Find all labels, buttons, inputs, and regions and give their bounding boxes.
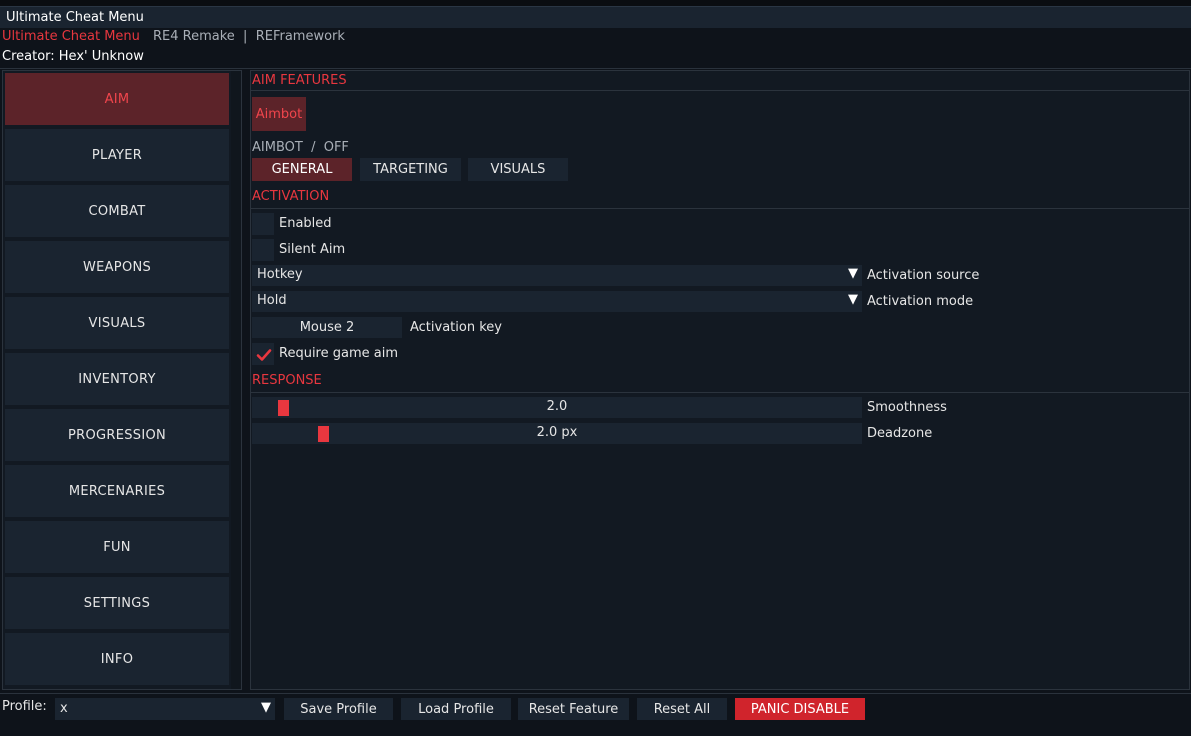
deadzone-slider[interactable]: 2.0 px: [252, 423, 862, 444]
profile-value: x: [60, 701, 68, 716]
sidebar-item-combat[interactable]: COMBAT: [5, 185, 229, 237]
tab-label: VISUALS: [490, 162, 546, 177]
window-title: Ultimate Cheat Menu: [6, 10, 144, 25]
activation-mode-dropdown[interactable]: Hold ▼: [252, 291, 862, 312]
checkmark-icon: [256, 349, 272, 361]
dropdown-arrow-icon: ▼: [848, 266, 858, 281]
smoothness-value: 2.0: [546, 399, 568, 414]
profile-label: Profile:: [2, 699, 47, 714]
sidebar-item-label: FUN: [103, 539, 131, 555]
sidebar-item-label: INFO: [100, 651, 134, 667]
header-subtitle: RE4 Remake | REFramework: [153, 29, 345, 44]
section-divider: [251, 208, 1189, 209]
section-divider: [251, 90, 1189, 91]
button-label: Load Profile: [418, 701, 494, 717]
sidebar-item-settings[interactable]: SETTINGS: [5, 577, 229, 629]
main-panel: AIM FEATURES Aimbot AIMBOT / OFF GENERAL…: [250, 70, 1190, 690]
aimbot-feature-button[interactable]: Aimbot: [252, 97, 306, 131]
section-title-response: RESPONSE: [252, 373, 322, 388]
section-title-activation: ACTIVATION: [252, 189, 330, 204]
section-title-aim-features: AIM FEATURES: [252, 73, 347, 88]
dropdown-arrow-icon: ▼: [848, 292, 858, 307]
sidebar-item-label: SETTINGS: [83, 595, 151, 611]
section-divider: [251, 392, 1189, 393]
sidebar-item-player[interactable]: PLAYER: [5, 129, 229, 181]
sidebar-item-label: VISUALS: [88, 315, 146, 331]
silent-aim-label: Silent Aim: [279, 242, 346, 257]
sidebar-item-label: MERCENARIES: [68, 483, 166, 499]
sidebar-item-info[interactable]: INFO: [5, 633, 229, 685]
tab-label: GENERAL: [271, 162, 333, 177]
deadzone-label: Deadzone: [867, 426, 933, 441]
activation-key-label: Activation key: [410, 320, 502, 335]
creator-credit: Creator: Hex' Unknow: [2, 49, 144, 64]
sidebar-item-label: PROGRESSION: [67, 427, 167, 443]
sidebar: AIM PLAYER COMBAT WEAPONS VISUALS INVENT…: [2, 70, 242, 690]
activation-key-button[interactable]: Mouse 2: [252, 317, 402, 338]
button-label: PANIC DISABLE: [750, 701, 850, 717]
sidebar-scrollbar[interactable]: [231, 71, 241, 689]
profile-dropdown[interactable]: x ▼: [55, 698, 275, 720]
reset-feature-button[interactable]: Reset Feature: [518, 698, 629, 720]
activation-key-value: Mouse 2: [299, 320, 355, 335]
activation-source-dropdown[interactable]: Hotkey ▼: [252, 265, 862, 286]
require-game-aim-checkbox[interactable]: [252, 343, 274, 365]
aimbot-feature-label: Aimbot: [255, 106, 303, 122]
tab-targeting[interactable]: TARGETING: [360, 158, 461, 181]
sidebar-item-inventory[interactable]: INVENTORY: [5, 353, 229, 405]
footer-bar: Profile: x ▼ Save Profile Load Profile R…: [0, 694, 1191, 736]
sidebar-item-visuals[interactable]: VISUALS: [5, 297, 229, 349]
header-divider: [0, 68, 1191, 69]
sidebar-item-label: INVENTORY: [78, 371, 156, 387]
activation-source-label: Activation source: [867, 268, 980, 283]
smoothness-label: Smoothness: [867, 400, 947, 415]
load-profile-button[interactable]: Load Profile: [401, 698, 511, 720]
sidebar-item-label: COMBAT: [88, 203, 146, 219]
button-label: Reset Feature: [528, 701, 619, 717]
tab-general[interactable]: GENERAL: [252, 158, 352, 181]
aimbot-status: AIMBOT / OFF: [252, 140, 349, 155]
tab-visuals[interactable]: VISUALS: [468, 158, 568, 181]
button-label: Reset All: [653, 701, 711, 717]
sidebar-item-weapons[interactable]: WEAPONS: [5, 241, 229, 293]
window-titlebar[interactable]: Ultimate Cheat Menu: [0, 6, 1191, 28]
header: Ultimate Cheat Menu RE4 Remake | REFrame…: [0, 28, 1191, 68]
sidebar-item-label: AIM: [104, 91, 130, 107]
tab-label: TARGETING: [373, 162, 448, 177]
reset-all-button[interactable]: Reset All: [637, 698, 727, 720]
activation-mode-label: Activation mode: [867, 294, 974, 309]
activation-source-value: Hotkey: [257, 267, 303, 282]
smoothness-slider[interactable]: 2.0: [252, 397, 862, 418]
sidebar-item-progression[interactable]: PROGRESSION: [5, 409, 229, 461]
sidebar-item-label: WEAPONS: [82, 259, 152, 275]
button-label: Save Profile: [300, 701, 377, 717]
brand-title: Ultimate Cheat Menu: [2, 29, 140, 44]
sidebar-item-aim[interactable]: AIM: [5, 73, 229, 125]
panic-disable-button[interactable]: PANIC DISABLE: [735, 698, 865, 720]
dropdown-arrow-icon: ▼: [261, 700, 271, 715]
silent-aim-checkbox[interactable]: [252, 239, 274, 261]
enabled-checkbox[interactable]: [252, 213, 274, 235]
enabled-label: Enabled: [279, 216, 332, 231]
require-game-aim-label: Require game aim: [279, 346, 398, 361]
deadzone-value: 2.0 px: [536, 425, 578, 440]
sidebar-item-fun[interactable]: FUN: [5, 521, 229, 573]
sidebar-item-label: PLAYER: [91, 147, 143, 163]
sidebar-item-mercenaries[interactable]: MERCENARIES: [5, 465, 229, 517]
save-profile-button[interactable]: Save Profile: [284, 698, 393, 720]
activation-mode-value: Hold: [257, 293, 287, 308]
